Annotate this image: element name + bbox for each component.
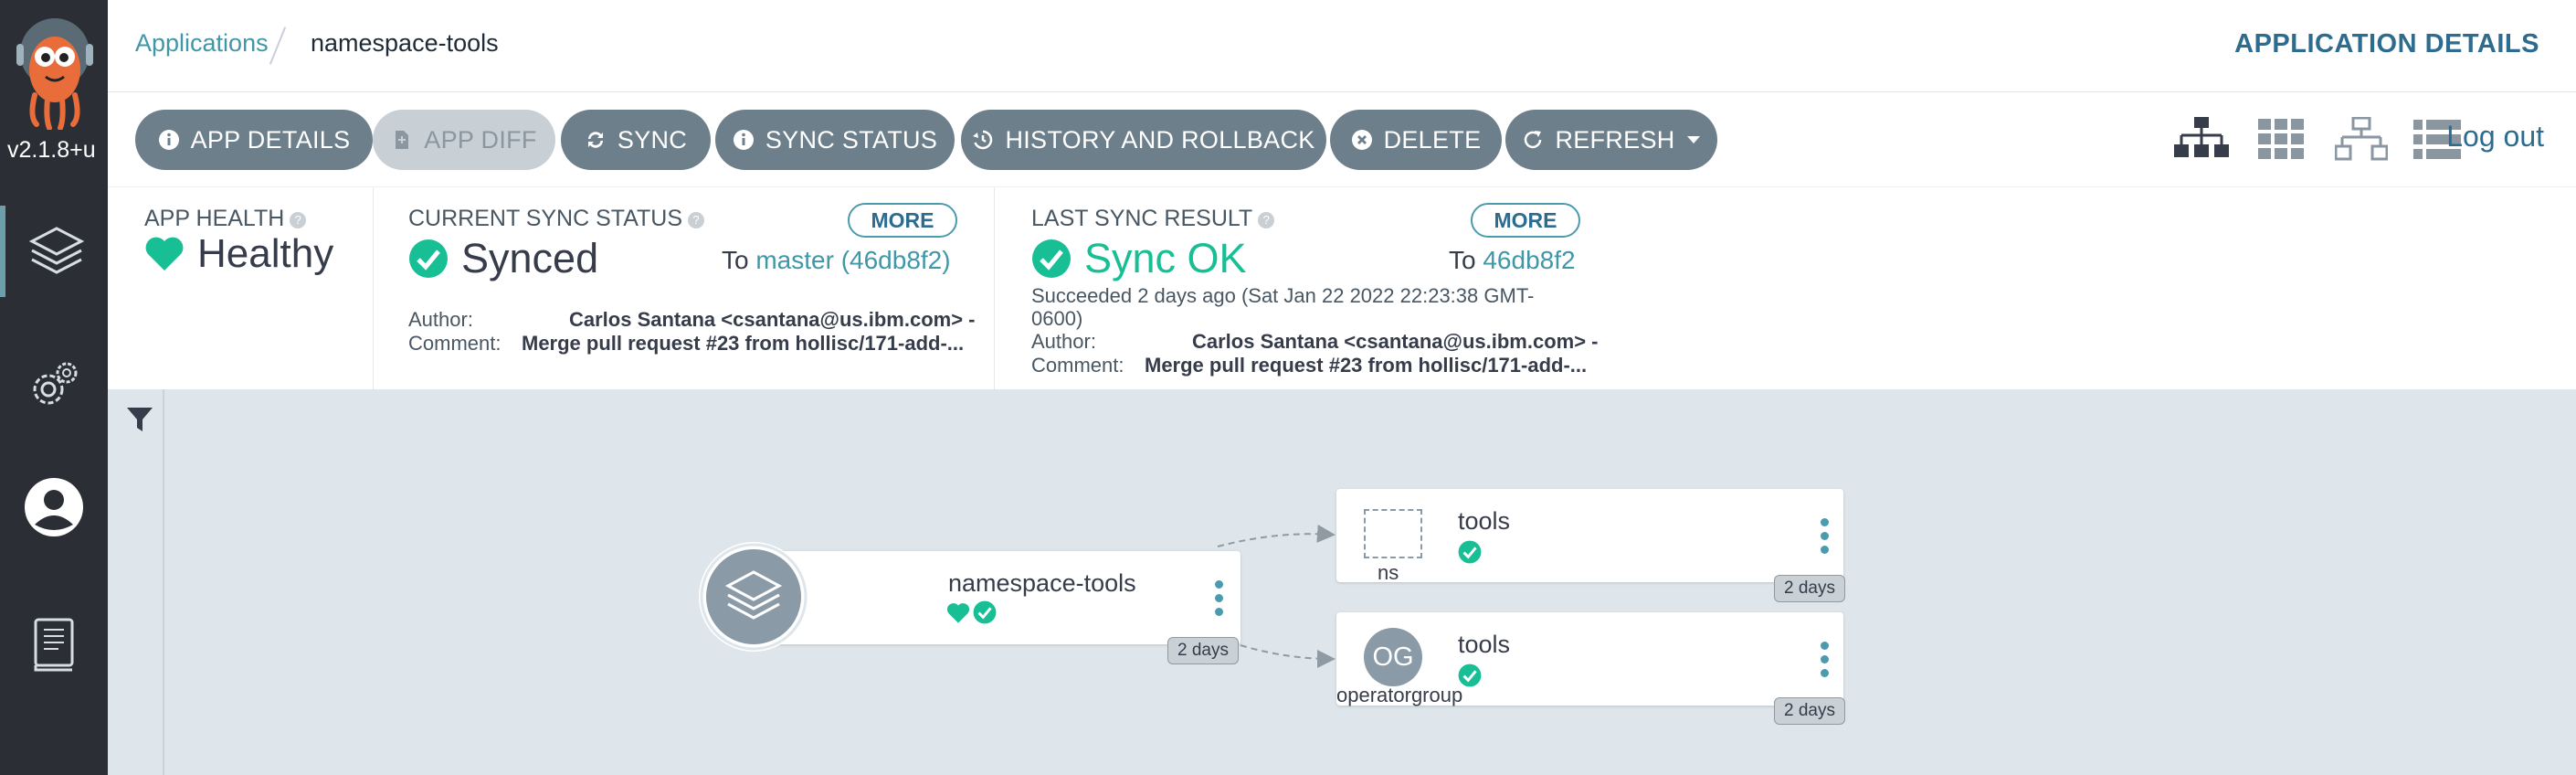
sync-status-label: SYNC STATUS	[765, 125, 938, 154]
layers-icon	[28, 227, 85, 274]
sync-author-label: Author:	[408, 308, 473, 331]
app-details-button[interactable]: APP DETAILS	[135, 110, 373, 170]
app-node-menu[interactable]	[1215, 580, 1223, 621]
app-node[interactable]: namespace-tools	[738, 551, 1240, 644]
sync-status-label: CURRENT SYNC STATUS?	[408, 206, 705, 232]
last-sync-comment-label: Comment:	[1031, 354, 1124, 377]
sync-label: SYNC	[617, 125, 688, 154]
heart-icon	[145, 237, 184, 271]
info-icon	[733, 130, 754, 150]
app-node-title: namespace-tools	[948, 569, 1136, 597]
sync-status-value: Synced	[408, 235, 598, 282]
close-circle-icon	[1351, 130, 1372, 150]
operatorgroup-badge: OG	[1364, 628, 1422, 686]
ns-node-kind: ns	[1378, 561, 1399, 584]
sidebar: v2.1.8+u	[0, 0, 108, 775]
app-health-label: APP HEALTH?	[144, 206, 307, 232]
last-sync-target: To 46db8f2	[1449, 246, 1576, 274]
app-node-age: 2 days	[1167, 637, 1239, 664]
check-circle-icon	[409, 239, 448, 278]
og-node-kind: operatorgroup	[1336, 684, 1463, 706]
version-label: v2.1.8+u	[7, 137, 96, 163]
check-circle-icon	[973, 600, 997, 624]
last-sync-more-button[interactable]: MORE	[1471, 203, 1580, 238]
sync-status-button[interactable]: SYNC STATUS	[715, 110, 955, 170]
toolbar: APP DETAILS APP DIFF SYNC SYNC STATUS HI…	[108, 92, 2576, 186]
breadcrumb-current: namespace-tools	[311, 29, 499, 57]
help-icon[interactable]: ?	[1258, 212, 1275, 228]
last-sync-value: Sync OK	[1031, 235, 1247, 282]
network-view-icon[interactable]	[2335, 117, 2388, 163]
sidebar-item-settings[interactable]	[0, 340, 108, 431]
delete-label: DELETE	[1383, 125, 1482, 154]
app-diff-button[interactable]: APP DIFF	[373, 110, 555, 170]
ns-node-menu[interactable]	[1821, 518, 1829, 559]
delete-button[interactable]: DELETE	[1330, 110, 1502, 170]
file-diff-icon	[396, 131, 409, 149]
help-icon[interactable]: ?	[688, 212, 705, 228]
app-node-icon	[699, 542, 808, 652]
last-sync-succeeded: Succeeded 2 days ago (Sat Jan 22 2022 22…	[1031, 284, 1535, 307]
check-circle-icon	[1458, 540, 1482, 564]
sync-icon	[587, 132, 603, 148]
refresh-button[interactable]: REFRESH	[1505, 110, 1717, 170]
history-rollback-label: HISTORY AND ROLLBACK	[1005, 125, 1315, 154]
last-sync-comment: Merge pull request #23 from hollisc/171-…	[1145, 354, 1588, 377]
book-icon	[34, 618, 74, 672]
last-sync-author-label: Author:	[1031, 330, 1096, 353]
sidebar-item-applications[interactable]	[0, 206, 108, 297]
og-node-title: tools	[1458, 631, 1511, 658]
heart-icon	[946, 603, 970, 623]
last-sync-author: Carlos Santana <csantana@us.ibm.com> -	[1192, 330, 1599, 353]
check-circle-icon	[1032, 239, 1071, 278]
status-panel: APP HEALTH? Healthy CURRENT SYNC STATUS?…	[108, 186, 2576, 390]
page-title: APPLICATION DETAILS	[2234, 29, 2539, 58]
argo-logo[interactable]	[9, 16, 100, 131]
breadcrumb-separator	[269, 27, 287, 65]
sync-comment-label: Comment:	[408, 332, 501, 355]
user-icon	[25, 478, 83, 536]
breadcrumb-applications[interactable]: Applications	[135, 29, 269, 58]
resource-node-ns[interactable]: tools	[1336, 489, 1843, 582]
ns-node-title: tools	[1458, 507, 1511, 535]
og-node-menu[interactable]	[1821, 642, 1829, 683]
sidebar-item-user-info[interactable]	[0, 462, 108, 553]
logout-link[interactable]: Log out	[2446, 120, 2544, 154]
last-sync-revision-link[interactable]: 46db8f2	[1483, 246, 1575, 274]
ns-node-age: 2 days	[1774, 575, 1845, 602]
status-divider	[994, 187, 995, 390]
app-diff-label: APP DIFF	[424, 125, 537, 154]
top-bar: Applications namespace-tools APPLICATION…	[108, 0, 2576, 92]
sync-comment: Merge pull request #23 from hollisc/171-…	[522, 332, 965, 355]
refresh-icon	[1525, 131, 1542, 149]
sync-button[interactable]: SYNC	[561, 110, 711, 170]
app-health-value: Healthy	[144, 231, 333, 277]
app-details-label: APP DETAILS	[190, 125, 351, 154]
namespace-icon	[1364, 509, 1422, 558]
sync-author: Carlos Santana <csantana@us.ibm.com> -	[569, 308, 976, 331]
history-icon	[973, 130, 993, 150]
sidebar-item-documentation[interactable]	[0, 599, 108, 690]
sync-target: To master (46db8f2)	[722, 246, 951, 274]
sync-revision-link[interactable]: master (46db8f2)	[755, 246, 950, 274]
last-sync-label: LAST SYNC RESULT?	[1031, 206, 1275, 232]
history-rollback-button[interactable]: HISTORY AND ROLLBACK	[961, 110, 1326, 170]
tree-view-icon[interactable]	[2174, 117, 2229, 163]
resource-graph: namespace-tools 2 days tools ns 2 days O…	[108, 389, 2576, 775]
og-node-age: 2 days	[1774, 697, 1845, 725]
last-sync-succeeded-cont: 0600)	[1031, 307, 1083, 330]
info-icon	[158, 130, 179, 150]
caret-down-icon	[1686, 136, 1700, 143]
help-icon[interactable]: ?	[290, 212, 307, 228]
pods-grid-icon[interactable]	[2258, 117, 2306, 163]
status-divider	[373, 187, 374, 390]
sync-more-button[interactable]: MORE	[848, 203, 957, 238]
refresh-label: REFRESH	[1555, 125, 1675, 154]
gear-icon	[33, 362, 78, 405]
graph-edges	[1217, 524, 1336, 668]
